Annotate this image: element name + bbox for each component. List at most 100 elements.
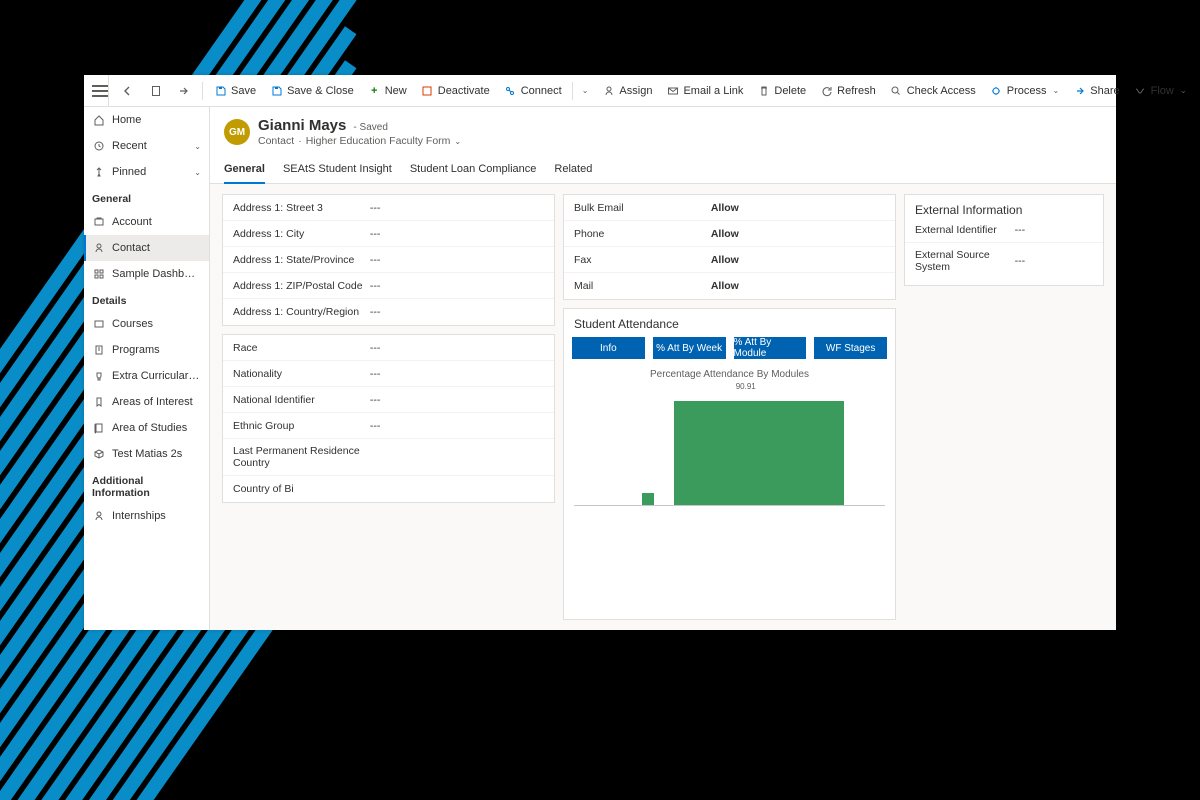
command-bar: Save Save & Close +New Deactivate Connec… [84, 75, 1116, 107]
field-value: Allow [711, 228, 885, 240]
field-row[interactable]: National Identifier--- [223, 387, 554, 413]
refresh-icon [820, 84, 833, 97]
sidebar-item-sample-dashboard[interactable]: Sample Dashboard [84, 261, 209, 287]
field-row[interactable]: Bulk EmailAllow [564, 195, 895, 221]
field-row[interactable]: Address 1: City--- [223, 221, 554, 247]
sidebar-item-test[interactable]: Test Matias 2s [84, 441, 209, 467]
back-button[interactable] [115, 78, 141, 104]
hamburger-icon[interactable] [92, 85, 108, 97]
sidebar-item-recent[interactable]: Recent⌄ [84, 133, 209, 159]
chevron-down-icon: ⌄ [194, 168, 201, 177]
field-row[interactable]: Address 1: Country/Region--- [223, 299, 554, 325]
field-value: --- [370, 228, 544, 240]
field-label: Bulk Email [574, 202, 711, 214]
field-row[interactable]: Country of Bi [223, 476, 554, 502]
attendance-card: Student Attendance Info % Att By Week % … [563, 308, 896, 620]
email-link-button[interactable]: Email a Link [660, 78, 749, 104]
connect-button[interactable]: Connect⌄ [498, 78, 595, 104]
field-label: External Source System [915, 249, 1015, 273]
sidebar-item-area-studies[interactable]: Area of Studies [84, 415, 209, 441]
field-row[interactable]: Nationality--- [223, 361, 554, 387]
sidebar-item-programs[interactable]: Programs [84, 337, 209, 363]
chart-bar [642, 493, 654, 505]
record-form[interactable]: Higher Education Faculty Form [306, 135, 451, 147]
pin-icon [92, 165, 106, 179]
field-label: National Identifier [233, 394, 370, 406]
delete-label: Delete [774, 85, 806, 97]
tab-loan[interactable]: Student Loan Compliance [410, 157, 537, 183]
tab-related[interactable]: Related [554, 157, 592, 183]
new-button[interactable]: +New [362, 78, 413, 104]
attendance-title: Student Attendance [564, 309, 895, 331]
field-value: Allow [711, 254, 885, 266]
delete-button[interactable]: Delete [751, 78, 812, 104]
sidebar-item-contact[interactable]: Contact [84, 235, 209, 261]
field-row[interactable]: MailAllow [564, 273, 895, 299]
field-row[interactable]: Last Permanent Residence Country [223, 439, 554, 476]
share-label: Share [1090, 85, 1119, 97]
save-icon [214, 84, 227, 97]
field-label: Last Permanent Residence Country [233, 445, 370, 469]
cube-icon [92, 447, 106, 461]
flow-button[interactable]: Flow⌄ [1128, 78, 1193, 104]
field-row[interactable]: Ethnic Group--- [223, 413, 554, 439]
sidebar-group-additional: Additional Information [84, 467, 209, 503]
att-week-button[interactable]: % Att By Week [653, 337, 726, 359]
sidebar-item-account[interactable]: Account [84, 209, 209, 235]
sidebar-item-areas-interest[interactable]: Areas of Interest [84, 389, 209, 415]
sidebar-item-home[interactable]: Home [84, 107, 209, 133]
field-value: --- [370, 306, 544, 318]
field-value: --- [370, 280, 544, 292]
field-row[interactable]: Address 1: ZIP/Postal Code--- [223, 273, 554, 299]
share-button[interactable]: Share [1067, 78, 1125, 104]
clipboard-icon[interactable] [143, 78, 169, 104]
att-info-button[interactable]: Info [572, 337, 645, 359]
person-icon [92, 509, 106, 523]
sidebar-item-pinned[interactable]: Pinned⌄ [84, 159, 209, 185]
courses-icon [92, 317, 106, 331]
save-close-button[interactable]: Save & Close [264, 78, 360, 104]
chevron-down-icon[interactable]: ⌄ [582, 86, 589, 95]
trophy-icon [92, 369, 106, 383]
chart-bar [674, 401, 844, 505]
chevron-down-icon: ⌄ [1053, 86, 1060, 95]
field-row[interactable]: Race--- [223, 335, 554, 361]
contact-icon [92, 241, 106, 255]
account-icon [92, 215, 106, 229]
sidebar-label: Recent [112, 140, 188, 152]
field-value: Allow [711, 280, 885, 292]
save-close-icon [270, 84, 283, 97]
deactivate-icon [421, 84, 434, 97]
field-row[interactable]: FaxAllow [564, 247, 895, 273]
sidebar-item-courses[interactable]: Courses [84, 311, 209, 337]
sidebar-label: Sample Dashboard [112, 268, 201, 280]
field-row[interactable]: Address 1: Street 3--- [223, 195, 554, 221]
save-button[interactable]: Save [208, 78, 262, 104]
field-row[interactable]: PhoneAllow [564, 221, 895, 247]
att-wf-button[interactable]: WF Stages [814, 337, 887, 359]
field-row[interactable]: External Identifier--- [905, 217, 1103, 243]
att-module-button[interactable]: % Att By Module [734, 337, 807, 359]
check-access-button[interactable]: Check Access [884, 78, 982, 104]
field-label: Phone [574, 228, 711, 240]
open-icon[interactable] [171, 78, 197, 104]
field-row[interactable]: External Source System--- [905, 243, 1103, 279]
tab-insight[interactable]: SEAtS Student Insight [283, 157, 392, 183]
contact-prefs-card: Bulk EmailAllow PhoneAllow FaxAllow Mail… [563, 194, 896, 300]
chevron-down-icon[interactable]: ⌄ [454, 137, 461, 146]
process-label: Process [1007, 85, 1047, 97]
save-label: Save [231, 85, 256, 97]
tab-general[interactable]: General [224, 157, 265, 184]
attendance-chart: 90.91 [574, 386, 885, 506]
deactivate-button[interactable]: Deactivate [415, 78, 496, 104]
field-row[interactable]: Address 1: State/Province--- [223, 247, 554, 273]
field-value: --- [370, 420, 544, 432]
field-label: Country of Bi [233, 483, 370, 495]
field-label: Address 1: ZIP/Postal Code [233, 280, 370, 292]
refresh-button[interactable]: Refresh [814, 78, 882, 104]
sidebar-item-extra[interactable]: Extra Curricular Activ... [84, 363, 209, 389]
sidebar-item-internships[interactable]: Internships [84, 503, 209, 529]
process-button[interactable]: Process ⌄ [984, 78, 1065, 104]
assign-button[interactable]: Assign [596, 78, 658, 104]
dashboard-icon [92, 267, 106, 281]
